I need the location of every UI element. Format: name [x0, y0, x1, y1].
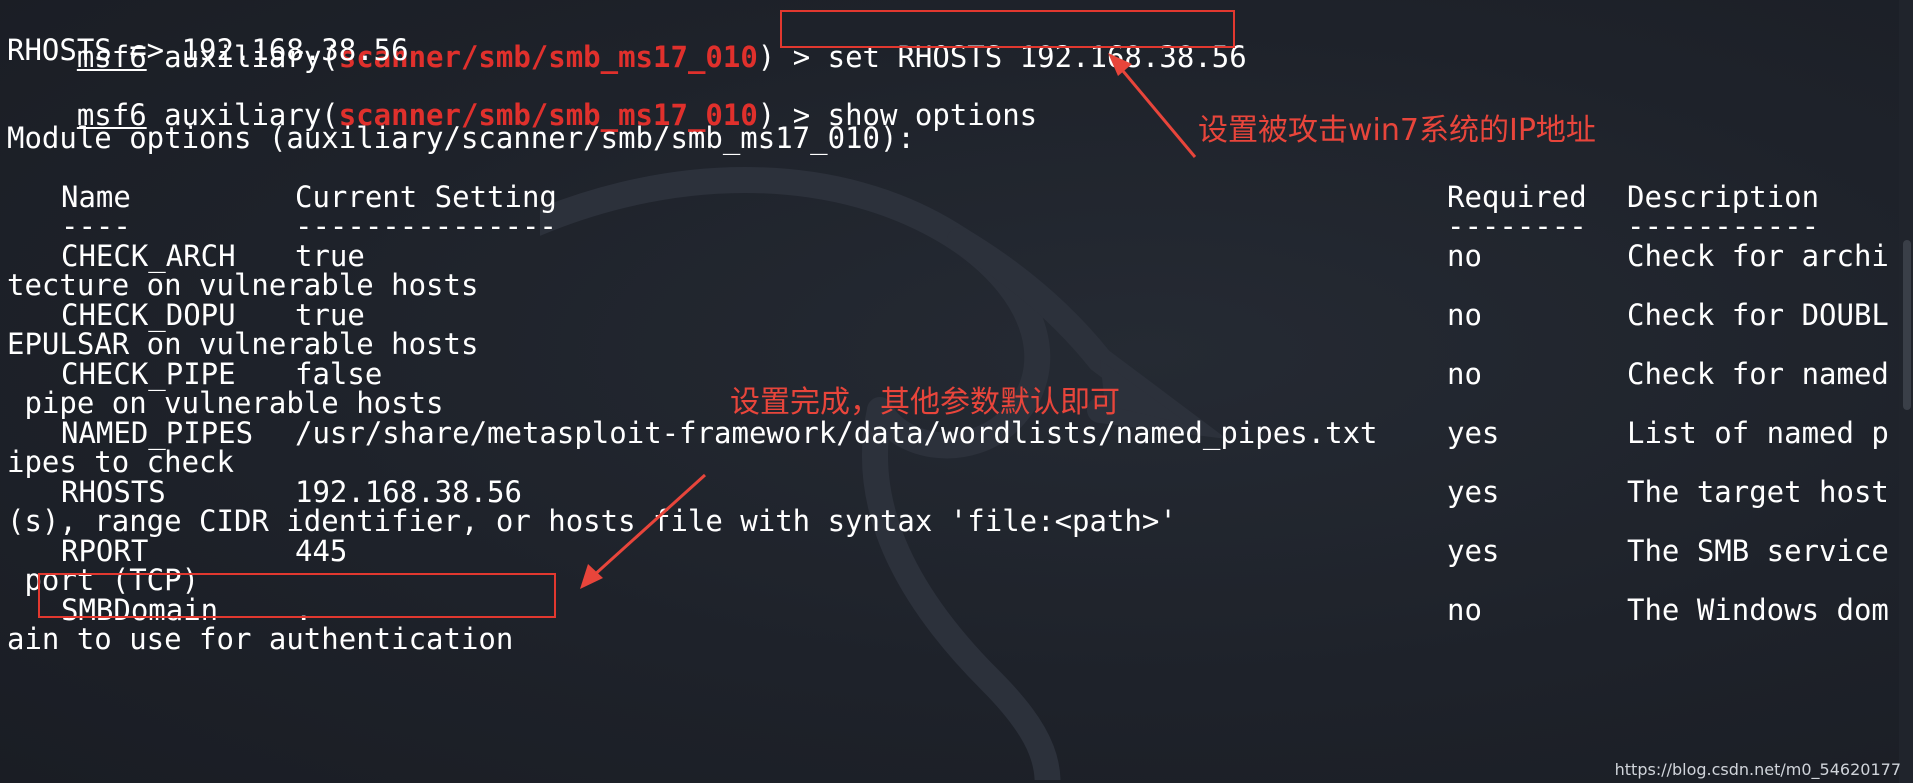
arrow-head-icon	[580, 564, 603, 589]
annotation-ip-note: 设置被攻击win7系统的IP地址	[1198, 113, 1596, 148]
arrow-line-icon	[590, 473, 707, 579]
scrollbar-thumb[interactable]	[1903, 240, 1911, 410]
arrow-line-icon	[1116, 64, 1197, 158]
scrollbar[interactable]	[1899, 0, 1913, 783]
source-credit: https://blog.csdn.net/m0_54620177	[1614, 760, 1901, 779]
terminal-window[interactable]: msf6 auxiliary(scanner/smb/smb_ms17_010)…	[0, 0, 1913, 783]
arrow-head-icon	[1108, 53, 1132, 76]
annotation-done-note: 设置完成，其他参数默认即可	[730, 385, 1120, 420]
